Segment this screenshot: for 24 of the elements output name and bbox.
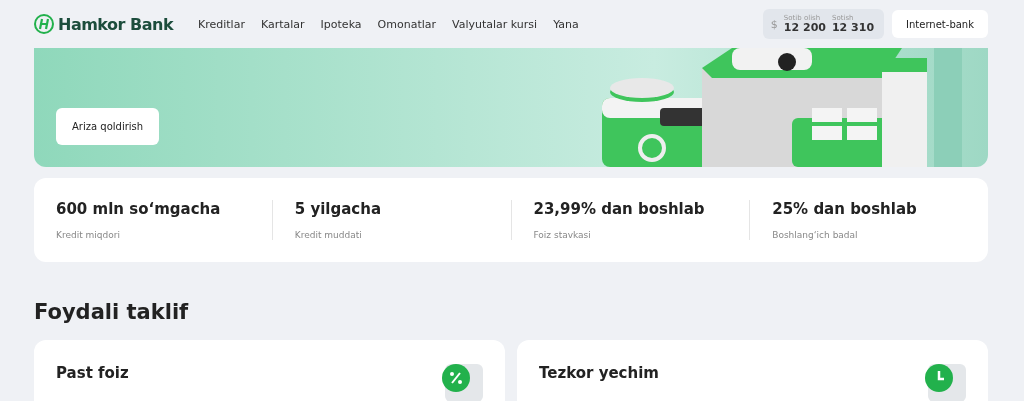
offer-title: Tezkor yechim [539,364,659,384]
offer-title: Past foiz [56,364,129,384]
stat-value: 25% dan boshlab [772,200,918,218]
stat-label: Boshlang‘ich badal [772,230,859,240]
stat-label: Foiz stavkasi [533,230,592,240]
stat-label: Kredit muddati [294,230,363,240]
logo-text: Hamkor Bank [58,14,174,34]
stat-value: 5 yilgacha [294,200,383,218]
rate-value: 12 200 [783,22,826,33]
nav-link[interactable]: Kreditlar [198,17,245,31]
nav-link[interactable]: Valyutalar kursi [452,17,538,31]
stat-label: Kredit miqdori [56,230,121,240]
nav-link[interactable]: Ipoteka [320,17,362,31]
logo-icon [34,14,54,34]
apply-button[interactable]: Ariza qoldirish [56,108,160,145]
internet-bank-button[interactable]: Internet-bank [892,10,988,38]
nav-link[interactable]: Kartalar [260,17,305,31]
stat-value: 600 mln so‘mgacha [56,200,222,218]
nav-link[interactable]: Omonatlar [377,17,436,31]
nav-link[interactable]: Yana [553,17,579,31]
rate-value: 12 310 [831,22,875,33]
currency-symbol: $ [770,17,778,31]
section-title: Foydali taklif [34,300,190,324]
stat-value: 23,99% dan boshlab [533,200,706,218]
